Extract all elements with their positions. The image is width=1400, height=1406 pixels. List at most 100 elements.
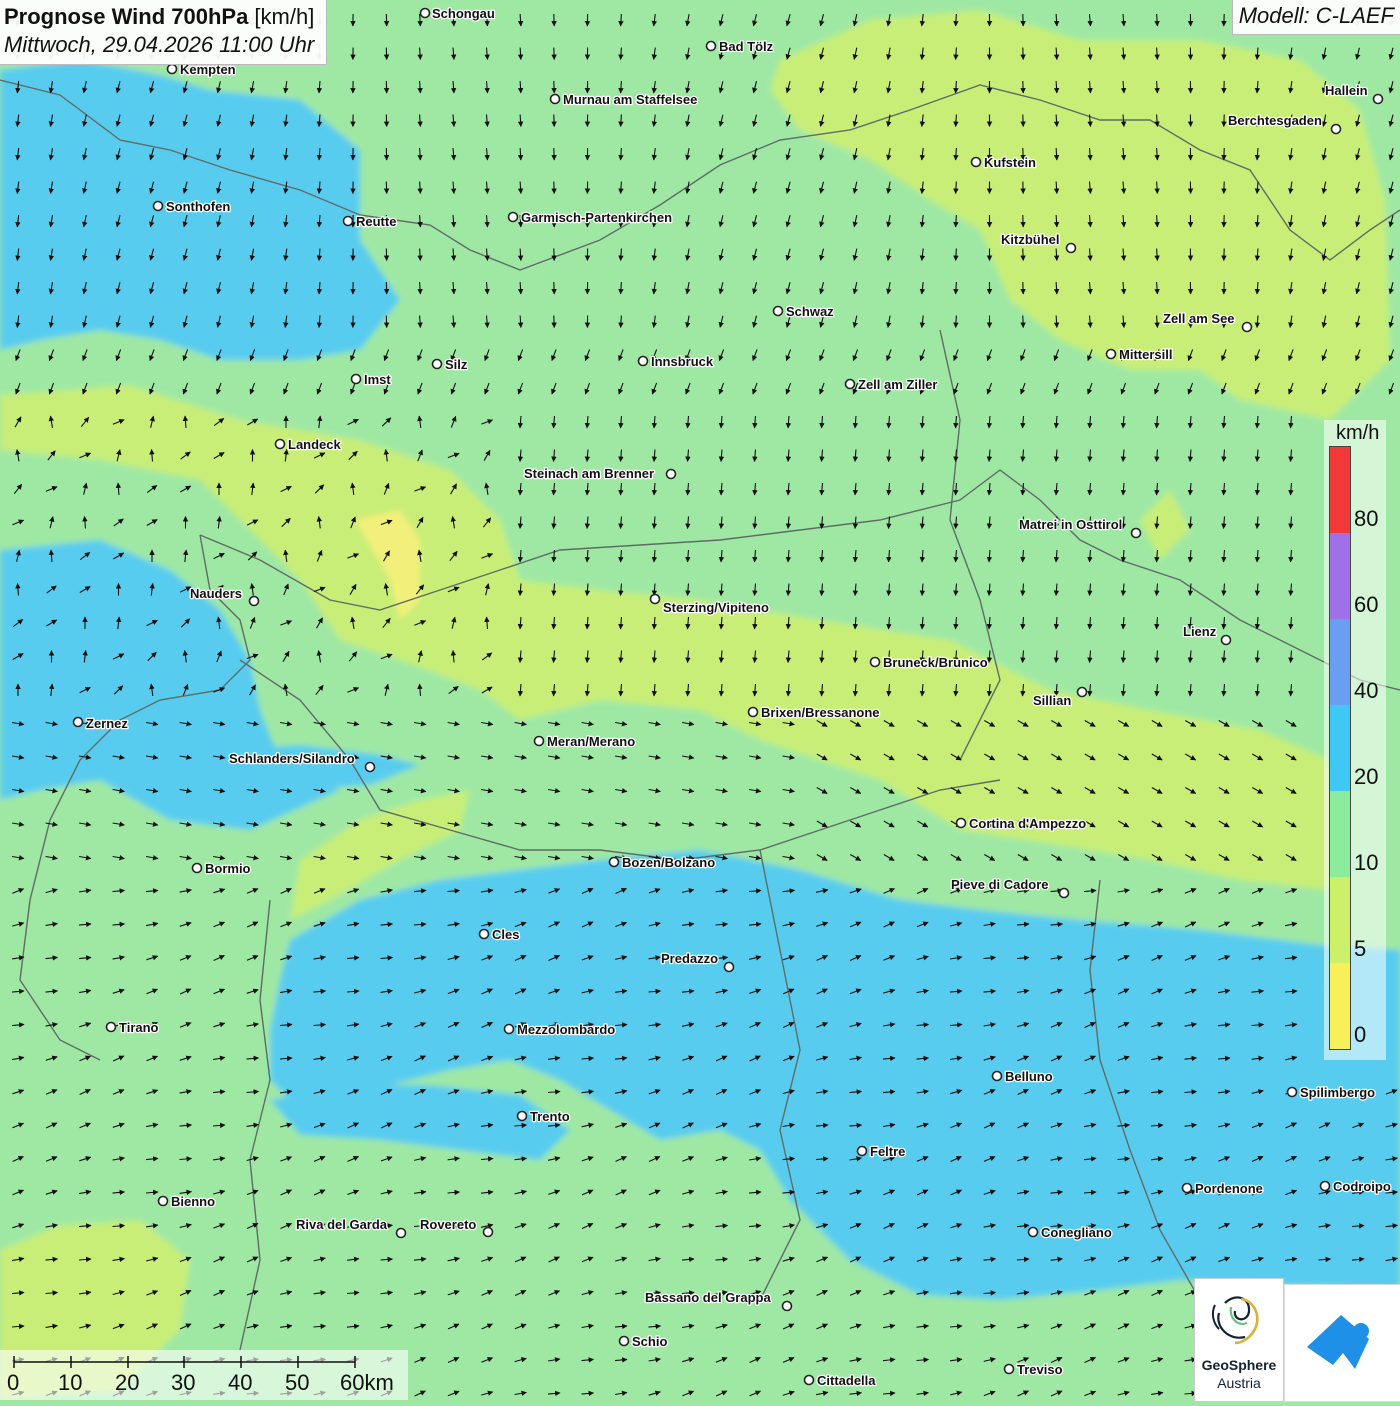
svg-text:Zell am Ziller: Zell am Ziller xyxy=(858,377,937,392)
city[interactable]: Conegliano xyxy=(1029,1225,1112,1240)
city[interactable]: Cortina d'Ampezzo xyxy=(957,816,1087,831)
wind-map[interactable]: Schongau Bad Tölz Kempten Hallein Murnau… xyxy=(0,0,1400,1400)
city[interactable]: Murnau am Staffelsee xyxy=(551,92,698,107)
legend-label: 0 xyxy=(1354,1022,1366,1048)
legend-label: 80 xyxy=(1354,506,1378,532)
svg-text:Sterzing/Vipiteno: Sterzing/Vipiteno xyxy=(663,600,769,615)
scale-bar: 0 10 20 30 40 50 60km xyxy=(0,1350,408,1400)
svg-text:Zernez: Zernez xyxy=(86,716,128,731)
svg-text:Cles: Cles xyxy=(492,927,519,942)
scale-label: 10 xyxy=(58,1370,82,1396)
scale-label: 60km xyxy=(340,1370,394,1396)
svg-text:Meran/Merano: Meran/Merano xyxy=(547,734,635,749)
legend-segment xyxy=(1330,791,1350,877)
legend-label: 20 xyxy=(1354,764,1378,790)
svg-text:Bozen/Bolzano: Bozen/Bolzano xyxy=(622,855,715,870)
scale-label: 20 xyxy=(115,1370,139,1396)
legend-label: 60 xyxy=(1354,592,1378,618)
svg-text:Bormio: Bormio xyxy=(205,861,251,876)
svg-text:Hallein: Hallein xyxy=(1325,83,1368,98)
org-sub: Austria xyxy=(1195,1375,1283,1391)
svg-text:Schongau: Schongau xyxy=(432,6,495,21)
color-legend: km/h 80 60 40 20 10 5 0 xyxy=(1324,420,1386,1060)
svg-text:Innsbruck: Innsbruck xyxy=(651,354,714,369)
model-label: Modell: C-LAEF xyxy=(1232,0,1400,35)
scale-label: 0 xyxy=(7,1370,19,1396)
legend-segment xyxy=(1330,877,1350,963)
svg-text:Bruneck/Brunico: Bruneck/Brunico xyxy=(883,655,988,670)
svg-text:Trento: Trento xyxy=(530,1109,570,1124)
legend-segment xyxy=(1330,447,1350,533)
map-title-main: Prognose Wind 700hPa xyxy=(4,4,248,29)
legend-segment xyxy=(1330,619,1350,705)
svg-text:Nauders: Nauders xyxy=(190,586,242,601)
city[interactable]: Pordenone xyxy=(1183,1181,1263,1196)
svg-text:Kufstein: Kufstein xyxy=(984,155,1036,170)
svg-text:Cittadella: Cittadella xyxy=(817,1373,876,1388)
legend-segment xyxy=(1330,963,1350,1049)
map-title: Prognose Wind 700hPa [km/h] xyxy=(4,3,314,31)
legend-label: 10 xyxy=(1354,850,1378,876)
svg-text:Schwaz: Schwaz xyxy=(786,304,834,319)
app-logo-mark-icon xyxy=(1285,1285,1400,1401)
svg-text:Landeck: Landeck xyxy=(288,437,342,452)
svg-text:Matrei in Osttirol: Matrei in Osttirol xyxy=(1019,517,1122,532)
map-title-box: Prognose Wind 700hPa [km/h] Mittwoch, 29… xyxy=(0,0,327,65)
svg-text:Imst: Imst xyxy=(364,372,391,387)
legend-label: 5 xyxy=(1354,936,1366,962)
city[interactable]: Steinach am Brenner xyxy=(524,466,676,481)
org-name: GeoSphere xyxy=(1195,1357,1283,1373)
svg-text:Conegliano: Conegliano xyxy=(1041,1225,1112,1240)
scale-label: 50 xyxy=(285,1370,309,1396)
city[interactable]: Schongau xyxy=(421,6,495,21)
svg-text:Kitzbühel: Kitzbühel xyxy=(1001,232,1060,247)
svg-text:Bad Tölz: Bad Tölz xyxy=(719,39,774,54)
svg-text:Reutte: Reutte xyxy=(356,214,396,229)
svg-text:Pordenone: Pordenone xyxy=(1195,1181,1263,1196)
svg-text:Brixen/Bressanone: Brixen/Bressanone xyxy=(761,705,880,720)
svg-text:Predazzo: Predazzo xyxy=(661,951,718,966)
app-logo-icon[interactable] xyxy=(1284,1284,1400,1402)
city[interactable]: Meran/Merano xyxy=(535,734,636,749)
city[interactable]: Bozen/Bolzano xyxy=(610,855,716,870)
svg-text:Berchtesgaden: Berchtesgaden xyxy=(1228,113,1322,128)
svg-text:Spilimbergo: Spilimbergo xyxy=(1300,1085,1375,1100)
geosphere-logo-icon[interactable]: GeoSphere Austria xyxy=(1194,1278,1284,1402)
geosphere-emblem-icon xyxy=(1195,1283,1283,1359)
svg-text:Murnau am Staffelsee: Murnau am Staffelsee xyxy=(563,92,697,107)
city[interactable]: Bruneck/Brunico xyxy=(871,655,988,670)
svg-text:Sillian: Sillian xyxy=(1033,693,1071,708)
legend-unit: km/h xyxy=(1336,422,1379,445)
legend-segment xyxy=(1330,533,1350,619)
svg-text:Steinach am Brenner: Steinach am Brenner xyxy=(524,466,654,481)
scale-label: 40 xyxy=(228,1370,252,1396)
city[interactable]: Sonthofen xyxy=(154,199,231,214)
map-title-unit: [km/h] xyxy=(248,4,314,29)
svg-text:Mezzolombardo: Mezzolombardo xyxy=(517,1022,615,1037)
svg-text:Treviso: Treviso xyxy=(1017,1362,1063,1377)
city[interactable]: Brixen/Bressanone xyxy=(749,705,880,720)
svg-text:Lienz: Lienz xyxy=(1183,624,1217,639)
svg-text:Belluno: Belluno xyxy=(1005,1069,1053,1084)
svg-text:Tirano: Tirano xyxy=(119,1020,159,1035)
svg-text:Sonthofen: Sonthofen xyxy=(166,199,230,214)
svg-text:Mittersill: Mittersill xyxy=(1119,347,1172,362)
svg-text:Riva del Garda: Riva del Garda xyxy=(296,1217,388,1232)
svg-text:Bienno: Bienno xyxy=(171,1194,215,1209)
city[interactable]: Zell am Ziller xyxy=(846,377,938,392)
city[interactable]: Spilimbergo xyxy=(1288,1085,1376,1100)
forecast-datetime: Mittwoch, 29.04.2026 11:00 Uhr xyxy=(4,31,314,59)
svg-text:Bassano del Grappa: Bassano del Grappa xyxy=(645,1290,771,1305)
city[interactable]: Mezzolombardo xyxy=(505,1022,616,1037)
svg-text:Cortina d'Ampezzo: Cortina d'Ampezzo xyxy=(969,816,1086,831)
city[interactable]: Garmisch-Partenkirchen xyxy=(509,210,673,225)
svg-text:Garmisch-Partenkirchen: Garmisch-Partenkirchen xyxy=(521,210,672,225)
svg-text:Codroipo: Codroipo xyxy=(1333,1179,1391,1194)
svg-text:Schio: Schio xyxy=(632,1334,667,1349)
svg-text:Silz: Silz xyxy=(445,357,468,372)
legend-label: 40 xyxy=(1354,678,1378,704)
svg-text:Zell am See: Zell am See xyxy=(1163,311,1235,326)
svg-text:Feltre: Feltre xyxy=(870,1144,905,1159)
svg-text:Rovereto: Rovereto xyxy=(420,1217,476,1232)
svg-text:Schlanders/Silandro: Schlanders/Silandro xyxy=(229,751,355,766)
